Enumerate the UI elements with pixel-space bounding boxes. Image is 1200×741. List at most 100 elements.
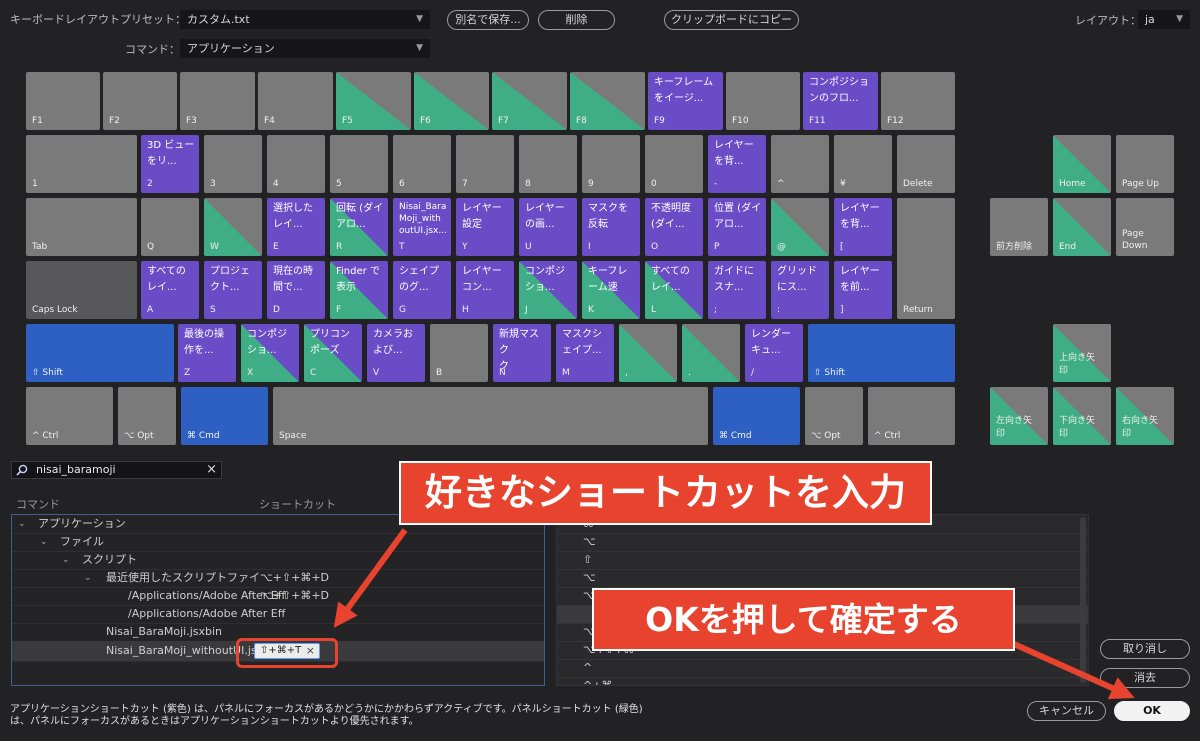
key-f1[interactable]: F1 bbox=[26, 72, 100, 130]
key-o[interactable]: 不透明度 (ダイ... O bbox=[645, 198, 703, 256]
key-left-shift[interactable]: ⇧ Shift bbox=[26, 324, 174, 382]
delete-preset-button[interactable]: 削除 bbox=[538, 10, 615, 30]
command-dropdown[interactable]: アプリケーション ▼ bbox=[180, 39, 430, 58]
tree-row-script[interactable]: ⌄ スクリプト bbox=[12, 551, 544, 570]
key-space[interactable]: Space bbox=[273, 387, 708, 445]
key-f2[interactable]: F2 bbox=[103, 72, 177, 130]
key-period[interactable]: . bbox=[682, 324, 740, 382]
key-page-up[interactable]: Page Up bbox=[1116, 135, 1174, 193]
key-yen[interactable]: ¥ bbox=[834, 135, 892, 193]
key-return[interactable]: Return bbox=[897, 198, 955, 319]
key-j[interactable]: コンポジ ショ... J bbox=[519, 261, 577, 319]
key-left-option[interactable]: ⌥ Opt bbox=[118, 387, 176, 445]
tree-row-recent-script-2[interactable]: /Applications/Adobe After Eff bbox=[12, 605, 544, 624]
key-k[interactable]: キーフレ ーム速 K bbox=[582, 261, 640, 319]
key-f12[interactable]: F12 bbox=[881, 72, 955, 130]
key-slash[interactable]: レンダー キュ... / bbox=[745, 324, 803, 382]
key-8[interactable]: 8 bbox=[519, 135, 577, 193]
key-9[interactable]: 9 bbox=[582, 135, 640, 193]
key-n[interactable]: 新規マスク クN bbox=[493, 324, 551, 382]
key-d[interactable]: 現在の時 間で... D bbox=[267, 261, 325, 319]
tree-row-recent-scripts[interactable]: ⌄ 最近使用したスクリプトファイ ⌥+⇧+⌘+D bbox=[12, 569, 544, 588]
key-left-ctrl[interactable]: ^ Ctrl bbox=[26, 387, 113, 445]
key-y[interactable]: レイヤー 設定 Y bbox=[456, 198, 514, 256]
key-e[interactable]: 選択した レイ... E bbox=[267, 198, 325, 256]
key-7[interactable]: 7 bbox=[456, 135, 514, 193]
tree-row-recent-script-1[interactable]: /Applications/Adobe After Eff ⌥+⇧+⌘+D bbox=[12, 587, 544, 606]
key-comma[interactable]: , bbox=[619, 324, 677, 382]
key-right-ctrl[interactable]: ^ Ctrl bbox=[868, 387, 955, 445]
key-l[interactable]: すべての レイ... L bbox=[645, 261, 703, 319]
key-end[interactable]: End bbox=[1053, 198, 1111, 256]
key-right-arrow[interactable]: 右向き矢 印 bbox=[1116, 387, 1174, 445]
key-f5[interactable]: F5 bbox=[336, 72, 411, 130]
key-v[interactable]: カメラお よび... V bbox=[367, 324, 425, 382]
key-b[interactable]: B bbox=[430, 324, 488, 382]
key-delete[interactable]: Delete bbox=[897, 135, 955, 193]
key-r[interactable]: 回転 (ダイ アロ... R bbox=[330, 198, 388, 256]
ok-button[interactable]: OK bbox=[1114, 701, 1190, 721]
key-c[interactable]: プリコン ポーズ C bbox=[304, 324, 362, 382]
layout-dropdown[interactable]: ja ▼ bbox=[1138, 10, 1190, 29]
key-right-option[interactable]: ⌥ Opt bbox=[805, 387, 863, 445]
cancel-button[interactable]: キャンセル bbox=[1027, 701, 1106, 721]
key-lbracket[interactable]: レイヤー を背... [ bbox=[834, 198, 892, 256]
key-t[interactable]: Nisai_Bara Moji_with outUI.jsx... T bbox=[393, 198, 451, 256]
search-input[interactable]: nisai_baramoji bbox=[36, 463, 116, 476]
key-right-shift[interactable]: ⇧ Shift bbox=[808, 324, 955, 382]
close-icon[interactable]: × bbox=[206, 462, 217, 477]
key-forward-delete[interactable]: 前方削除 bbox=[990, 198, 1048, 256]
key-q[interactable]: Q bbox=[141, 198, 199, 256]
undo-button[interactable]: 取り消し bbox=[1100, 639, 1190, 659]
key-semicolon[interactable]: ガイドに スナ...; bbox=[708, 261, 766, 319]
key-capslock[interactable]: Caps Lock bbox=[26, 261, 137, 319]
key-page-down[interactable]: Page Down bbox=[1116, 198, 1174, 256]
key-left-command[interactable]: ⌘ Cmd bbox=[181, 387, 268, 445]
key-p[interactable]: 位置 (ダイ アロ... P bbox=[708, 198, 766, 256]
key-u[interactable]: レイヤー の画... U bbox=[519, 198, 577, 256]
key-6[interactable]: 6 bbox=[393, 135, 451, 193]
key-a[interactable]: すべての レイ... A bbox=[141, 261, 199, 319]
key-5[interactable]: 5 bbox=[330, 135, 388, 193]
key-f10[interactable]: F10 bbox=[726, 72, 800, 130]
key-0[interactable]: 0 bbox=[645, 135, 703, 193]
key-home[interactable]: Home bbox=[1053, 135, 1111, 193]
tree-row-file[interactable]: ⌄ ファイル bbox=[12, 533, 544, 552]
key-g[interactable]: シェイプ のグ... G bbox=[393, 261, 451, 319]
key-w[interactable]: W bbox=[204, 198, 262, 256]
preset-dropdown[interactable]: カスタム.txt ▼ bbox=[180, 10, 430, 29]
copy-clipboard-button[interactable]: クリップボードにコピー bbox=[664, 10, 799, 30]
key-rbracket[interactable]: レイヤー を前...] bbox=[834, 261, 892, 319]
key-4[interactable]: 4 bbox=[267, 135, 325, 193]
key-2[interactable]: 3D ビュー をリ... 2 bbox=[141, 135, 199, 193]
key-s[interactable]: プロジェ クト... S bbox=[204, 261, 262, 319]
key-left-arrow[interactable]: 左向き矢 印 bbox=[990, 387, 1048, 445]
key-f3[interactable]: F3 bbox=[180, 72, 255, 130]
key-f9[interactable]: キーフレーム をイージ... F9 bbox=[648, 72, 723, 130]
search-box[interactable]: nisai_baramoji × bbox=[11, 461, 222, 479]
key-f[interactable]: Finder で 表示 F bbox=[330, 261, 388, 319]
scrollbar[interactable] bbox=[1080, 517, 1086, 683]
key-tab[interactable]: Tab bbox=[26, 198, 137, 256]
key-f11[interactable]: コンポジショ ンのフロ... F11 bbox=[803, 72, 878, 130]
key-colon[interactable]: グリッド にス...: bbox=[771, 261, 829, 319]
key-x[interactable]: コンポジ ショ... X bbox=[241, 324, 299, 382]
key-caret[interactable]: ^ bbox=[771, 135, 829, 193]
key-up-arrow[interactable]: 上向き矢 印 bbox=[1053, 324, 1111, 382]
key-h[interactable]: レイヤー コン... H bbox=[456, 261, 514, 319]
key-minus[interactable]: レイヤー を背... - bbox=[708, 135, 766, 193]
key-i[interactable]: マスクを 反転 I bbox=[582, 198, 640, 256]
key-at[interactable]: @ bbox=[771, 198, 829, 256]
clear-button[interactable]: 消去 bbox=[1100, 668, 1190, 688]
key-f7[interactable]: F7 bbox=[492, 72, 567, 130]
key-3[interactable]: 3 bbox=[204, 135, 262, 193]
key-down-arrow[interactable]: 下向き矢 印 bbox=[1053, 387, 1111, 445]
key-f8[interactable]: F8 bbox=[570, 72, 645, 130]
key-right-command[interactable]: ⌘ Cmd bbox=[713, 387, 800, 445]
save-as-button[interactable]: 別名で保存... bbox=[447, 10, 529, 30]
key-z[interactable]: 最後の操 作を... Z bbox=[178, 324, 236, 382]
key-f4[interactable]: F4 bbox=[258, 72, 333, 130]
key-1[interactable]: 1 bbox=[26, 135, 137, 193]
key-m[interactable]: マスクシ ェイプ... M bbox=[556, 324, 614, 382]
key-f6[interactable]: F6 bbox=[414, 72, 489, 130]
